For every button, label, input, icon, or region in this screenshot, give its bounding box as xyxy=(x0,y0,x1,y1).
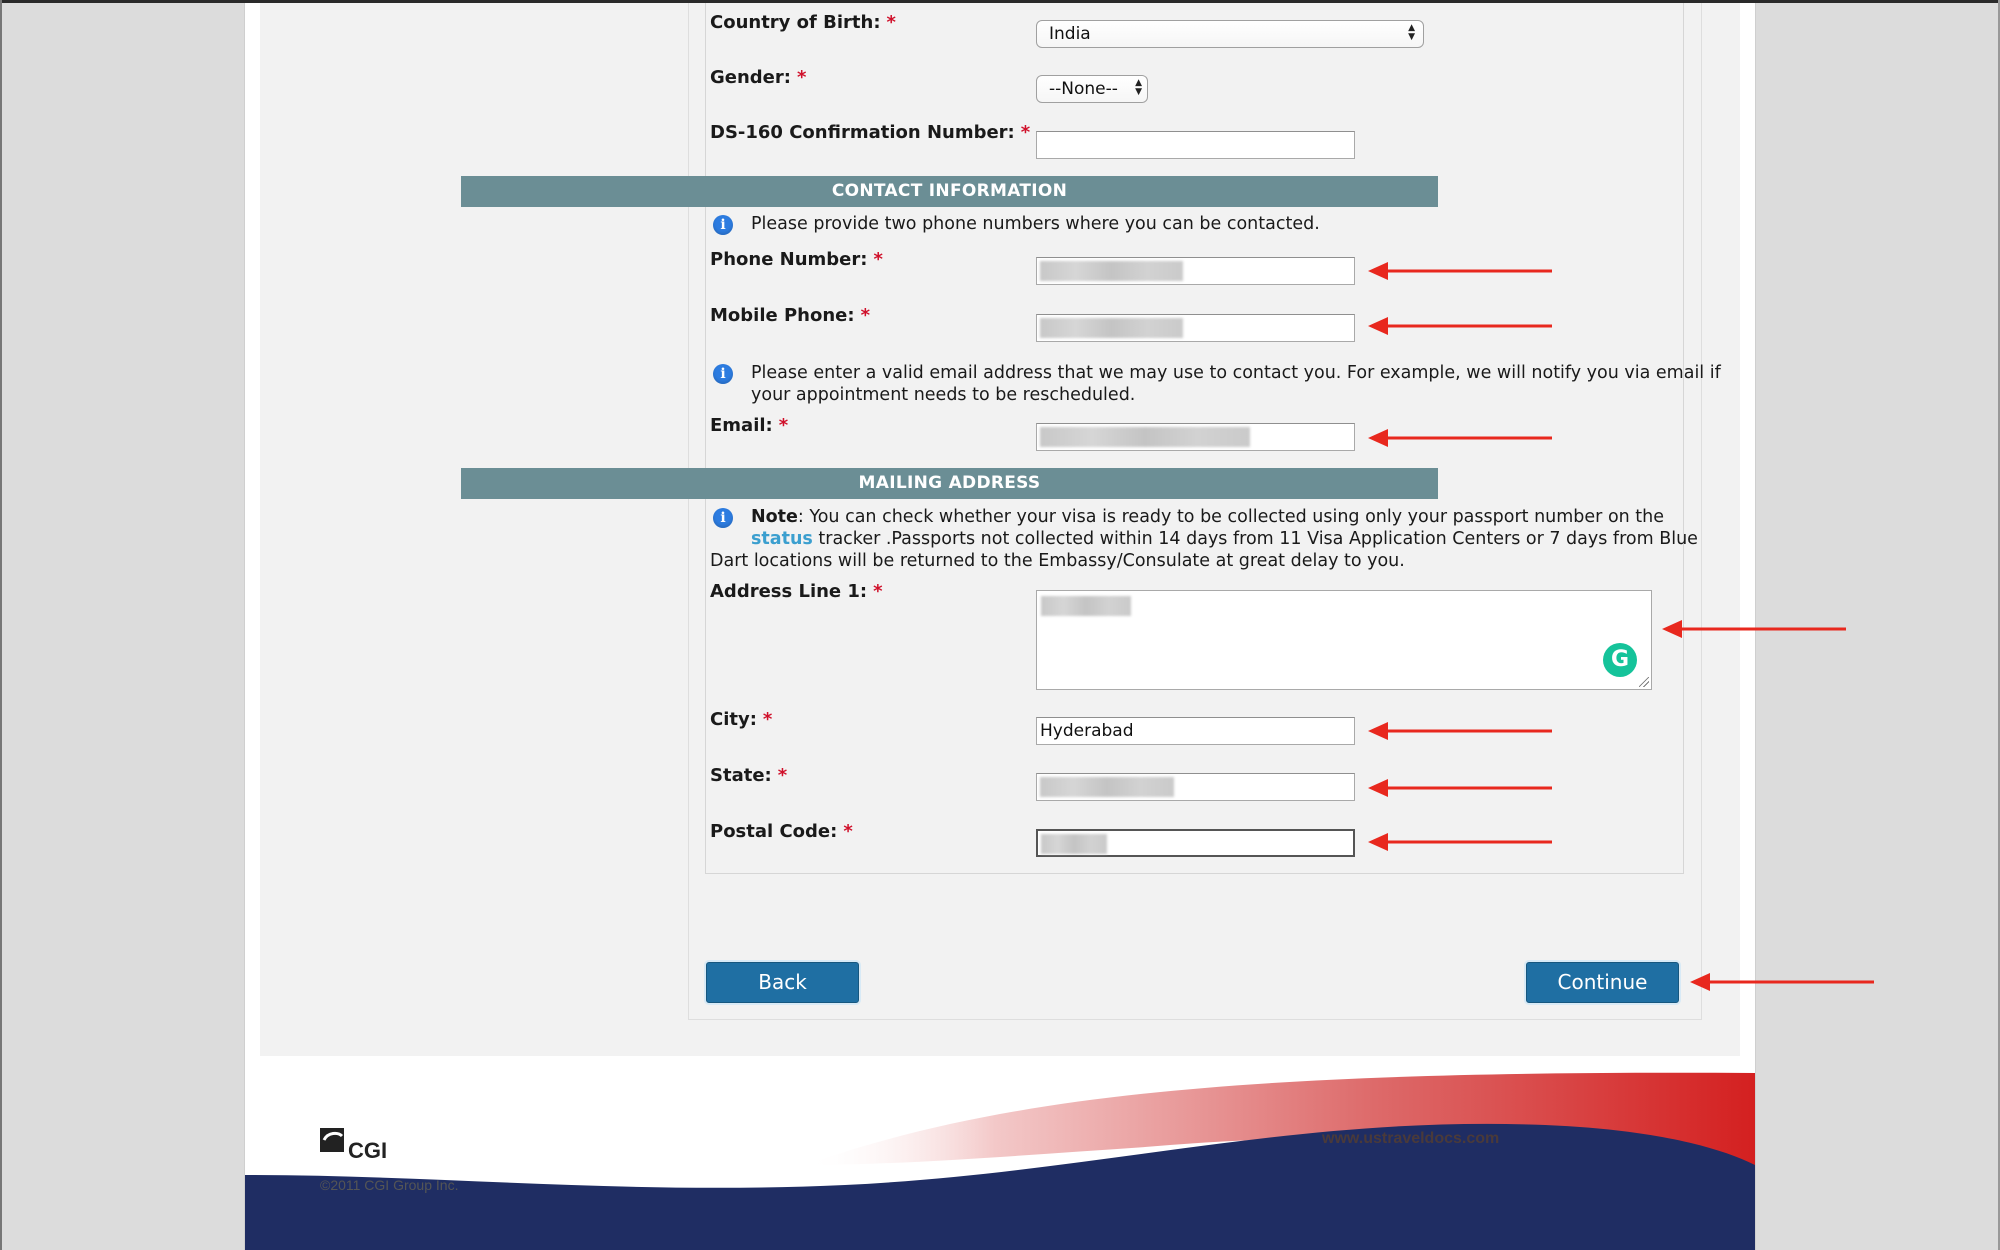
cgi-logo-icon xyxy=(320,1128,344,1152)
note-text: tracker .Passports not collected within … xyxy=(812,529,1698,549)
site-url-text: www.ustraveldocs.com xyxy=(1322,1130,1500,1147)
mailing-address-header: MAILING ADDRESS xyxy=(461,468,1438,499)
note-label: Note xyxy=(751,507,798,527)
postal-code-input[interactable] xyxy=(1036,829,1355,857)
contact-information-header: CONTACT INFORMATION xyxy=(461,176,1438,207)
phone-number-input[interactable] xyxy=(1036,257,1355,285)
required-asterisk: * xyxy=(762,709,773,730)
redacted-value xyxy=(1040,427,1250,447)
postal-code-label-text: Postal Code: xyxy=(710,821,838,842)
city-value: Hyderabad xyxy=(1040,721,1134,741)
required-asterisk: * xyxy=(778,415,789,436)
email-info-line2: your appointment needs to be rescheduled… xyxy=(751,385,1136,405)
city-label: City: * xyxy=(710,709,772,730)
mailing-note-line1: Note: You can check whether your visa is… xyxy=(751,506,1664,528)
redacted-value xyxy=(1040,777,1174,797)
left-gutter xyxy=(2,3,245,1250)
country-of-birth-select[interactable]: India ▲ ▼ xyxy=(1036,20,1424,48)
country-of-birth-value: India xyxy=(1049,24,1091,44)
phone-info-text: Please provide two phone numbers where y… xyxy=(751,214,1320,234)
cgi-logo-text: CGI xyxy=(348,1138,388,1163)
mailing-note-line3: Dart locations will be returned to the E… xyxy=(710,551,1405,571)
select-arrows-icon: ▲ ▼ xyxy=(1408,23,1415,42)
status-tracker-link[interactable]: status xyxy=(751,529,813,549)
phone-number-label-text: Phone Number: xyxy=(710,249,868,270)
annotation-arrow-icon xyxy=(1368,317,1552,335)
redacted-value xyxy=(1040,318,1183,338)
info-icon: i xyxy=(713,508,733,528)
annotation-arrow-icon xyxy=(1368,262,1552,280)
annotation-arrow-icon xyxy=(1662,620,1846,638)
redacted-value xyxy=(1041,834,1107,854)
redacted-value xyxy=(1040,261,1183,281)
continue-button[interactable]: Continue xyxy=(1526,962,1679,1003)
required-asterisk: * xyxy=(860,305,870,326)
email-label-text: Email: xyxy=(710,415,773,436)
gender-label-text: Gender: xyxy=(710,67,791,88)
required-asterisk: * xyxy=(873,249,883,270)
annotation-arrow-icon xyxy=(1368,722,1552,740)
ds160-label-text: DS-160 Confirmation Number: xyxy=(710,122,1015,143)
address-line1-textarea[interactable]: G xyxy=(1036,590,1652,690)
mobile-phone-input[interactable] xyxy=(1036,314,1355,342)
mobile-phone-label: Mobile Phone: * xyxy=(710,305,870,326)
country-of-birth-label-text: Country of Birth: xyxy=(710,12,881,33)
address-line1-label-text: Address Line 1: xyxy=(710,581,868,602)
gender-select[interactable]: --None-- ▲ ▼ xyxy=(1036,75,1148,103)
annotation-arrow-icon xyxy=(1690,973,1874,991)
state-label: State: * xyxy=(710,765,787,786)
required-asterisk: * xyxy=(843,821,853,842)
gender-value: --None-- xyxy=(1049,79,1118,99)
email-input[interactable] xyxy=(1036,423,1355,451)
email-info-line1: Please enter a valid email address that … xyxy=(751,363,1721,383)
required-asterisk: * xyxy=(796,67,807,88)
ds160-label: DS-160 Confirmation Number: * xyxy=(710,122,1030,143)
required-asterisk: * xyxy=(873,581,883,602)
state-input[interactable] xyxy=(1036,773,1355,801)
redacted-value xyxy=(1041,595,1131,616)
note-text: : You can check whether your visa is rea… xyxy=(797,507,1665,527)
grammarly-icon[interactable]: G xyxy=(1603,643,1637,677)
copyright-text: ©2011 CGI Group Inc. xyxy=(320,1177,459,1193)
mailing-note-line2: status tracker .Passports not collected … xyxy=(751,528,1698,550)
state-label-text: State: xyxy=(710,765,772,786)
required-asterisk: * xyxy=(777,765,788,786)
country-of-birth-label: Country of Birth: * xyxy=(710,12,896,33)
select-arrows-icon: ▲ ▼ xyxy=(1135,78,1142,97)
mobile-phone-label-text: Mobile Phone: xyxy=(710,305,855,326)
email-label: Email: * xyxy=(710,415,788,436)
city-label-text: City: xyxy=(710,709,757,730)
annotation-arrow-icon xyxy=(1368,779,1552,797)
annotation-arrow-icon xyxy=(1368,429,1552,447)
annotation-arrow-icon xyxy=(1368,833,1552,851)
info-icon: i xyxy=(713,215,733,235)
ds160-input[interactable] xyxy=(1036,131,1355,159)
required-asterisk: * xyxy=(886,12,896,33)
footer-banner xyxy=(245,1072,1755,1250)
address-line1-label: Address Line 1: * xyxy=(710,581,883,602)
required-asterisk: * xyxy=(1020,122,1031,143)
city-input[interactable]: Hyderabad xyxy=(1036,717,1355,745)
gender-label: Gender: * xyxy=(710,67,806,88)
info-icon: i xyxy=(713,364,733,384)
back-button[interactable]: Back xyxy=(706,962,859,1003)
resize-grip-icon[interactable] xyxy=(1639,677,1649,687)
phone-number-label: Phone Number: * xyxy=(710,249,883,270)
postal-code-label: Postal Code: * xyxy=(710,821,853,842)
